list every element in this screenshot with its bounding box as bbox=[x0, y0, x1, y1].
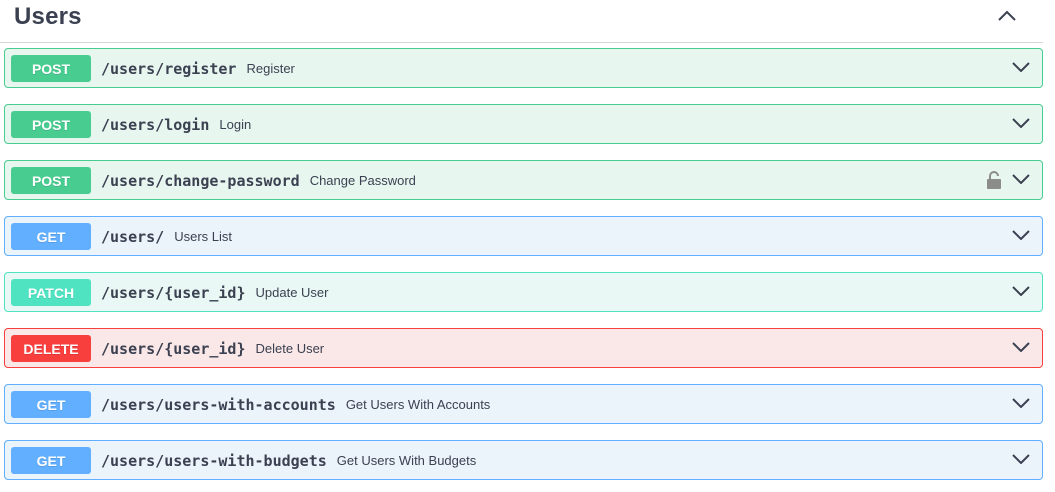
tag-header[interactable]: Users bbox=[0, 0, 1043, 43]
chevron-down-icon[interactable] bbox=[1012, 228, 1030, 242]
endpoint-summary: Delete User bbox=[255, 341, 325, 356]
method-badge: GET bbox=[11, 447, 91, 474]
method-badge: POST bbox=[11, 55, 91, 82]
method-badge: POST bbox=[11, 167, 91, 194]
operation-row-patch[interactable]: PATCH/users/{user_id} Update User bbox=[4, 272, 1043, 312]
chevron-down-icon[interactable] bbox=[1012, 340, 1030, 354]
endpoint-summary: Login bbox=[219, 117, 252, 132]
endpoint-summary: Get Users With Budgets bbox=[336, 453, 477, 468]
operation-row-get[interactable]: GET/users/users-with-accounts Get Users W… bbox=[4, 384, 1043, 424]
endpoint-path: /users/{user_id} bbox=[101, 284, 246, 302]
method-badge: GET bbox=[11, 391, 91, 418]
operation-row-post[interactable]: POST/users/login Login bbox=[4, 104, 1043, 144]
chevron-down-icon[interactable] bbox=[1012, 396, 1030, 410]
endpoint-path: /users/register bbox=[101, 60, 237, 78]
operation-row-get[interactable]: GET/users/users-with-budgets Get Users Wi… bbox=[4, 440, 1043, 480]
endpoint-summary: Get Users With Accounts bbox=[345, 397, 491, 412]
chevron-down-icon[interactable] bbox=[1012, 60, 1030, 74]
chevron-up-icon[interactable] bbox=[993, 6, 1021, 26]
lock-icon[interactable] bbox=[986, 171, 1002, 189]
endpoint-path: /users/change-password bbox=[101, 172, 300, 190]
endpoint-summary: Change Password bbox=[309, 173, 416, 188]
endpoint-path: /users/users-with-budgets bbox=[101, 452, 327, 470]
chevron-down-icon[interactable] bbox=[1012, 172, 1030, 186]
method-badge: POST bbox=[11, 111, 91, 138]
operation-row-post[interactable]: POST/users/register Register bbox=[4, 48, 1043, 88]
endpoint-path: /users/login bbox=[101, 116, 210, 134]
operation-row-post[interactable]: POST/users/change-password Change Passwor… bbox=[4, 160, 1043, 200]
chevron-down-icon[interactable] bbox=[1012, 452, 1030, 466]
chevron-down-icon[interactable] bbox=[1012, 116, 1030, 130]
method-badge: PATCH bbox=[11, 279, 91, 306]
endpoint-path: /users/ bbox=[101, 228, 165, 246]
endpoint-path: /users/users-with-accounts bbox=[101, 396, 336, 414]
endpoint-summary: Users List bbox=[174, 229, 233, 244]
chevron-down-icon[interactable] bbox=[1012, 284, 1030, 298]
endpoint-summary: Update User bbox=[255, 285, 329, 300]
endpoint-path: /users/{user_id} bbox=[101, 340, 246, 358]
endpoint-summary: Register bbox=[246, 61, 295, 76]
operation-row-delete[interactable]: DELETE/users/{user_id} Delete User bbox=[4, 328, 1043, 368]
method-badge: DELETE bbox=[11, 335, 91, 362]
tag-title: Users bbox=[14, 3, 82, 30]
method-badge: GET bbox=[11, 223, 91, 250]
operation-row-get[interactable]: GET/users/Users List bbox=[4, 216, 1043, 256]
